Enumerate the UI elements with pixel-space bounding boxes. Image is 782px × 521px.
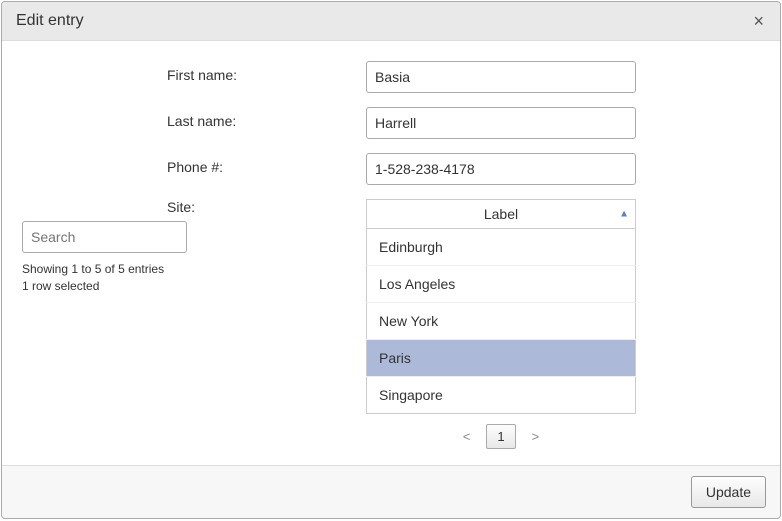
sort-asc-icon: ▲ — [619, 209, 629, 220]
table-row[interactable]: Singapore — [367, 377, 636, 414]
pagination: < 1 > — [366, 424, 636, 449]
phone-row: Phone #: — [22, 153, 760, 185]
showing-text: Showing 1 to 5 of 5 entries — [22, 262, 164, 276]
site-cell: Los Angeles — [367, 266, 636, 303]
phone-label: Phone #: — [22, 153, 202, 175]
selected-text: 1 row selected — [22, 279, 99, 293]
table-row[interactable]: Los Angeles — [367, 266, 636, 303]
modal-body: First name: Last name: Phone #: Site: — [2, 41, 780, 465]
last-name-row: Last name: — [22, 107, 760, 139]
phone-input[interactable] — [366, 153, 636, 185]
first-name-row: First name: — [22, 61, 760, 93]
page-1-button[interactable]: 1 — [486, 424, 515, 449]
table-row[interactable]: Edinburgh — [367, 229, 636, 266]
modal-header: Edit entry × — [2, 2, 780, 41]
modal-footer: Update — [2, 465, 780, 518]
prev-page-button[interactable]: < — [459, 427, 475, 446]
site-table-container: Label ▲ EdinburghLos AngelesNew YorkPari… — [366, 199, 636, 449]
site-row: Site: Showing 1 to 5 of 5 entries 1 row … — [22, 199, 760, 449]
last-name-input[interactable] — [366, 107, 636, 139]
close-icon[interactable]: × — [751, 12, 766, 30]
label-column-header[interactable]: Label ▲ — [367, 200, 636, 229]
site-cell: Paris — [367, 340, 636, 377]
update-button[interactable]: Update — [691, 476, 766, 508]
first-name-input[interactable] — [366, 61, 636, 93]
table-row[interactable]: New York — [367, 303, 636, 340]
site-cell: Edinburgh — [367, 229, 636, 266]
table-info: Showing 1 to 5 of 5 entries 1 row select… — [22, 261, 187, 295]
last-name-label: Last name: — [22, 107, 202, 129]
search-input[interactable] — [22, 221, 187, 253]
site-cell: New York — [367, 303, 636, 340]
edit-entry-modal: Edit entry × First name: Last name: Phon… — [1, 1, 781, 519]
site-table: Label ▲ EdinburghLos AngelesNew YorkPari… — [366, 199, 636, 414]
site-cell: Singapore — [367, 377, 636, 414]
site-label: Site: — [167, 199, 366, 215]
table-row[interactable]: Paris — [367, 340, 636, 377]
modal-title: Edit entry — [16, 12, 84, 30]
next-page-button[interactable]: > — [528, 427, 544, 446]
first-name-label: First name: — [22, 61, 202, 83]
label-header-text: Label — [484, 206, 518, 222]
